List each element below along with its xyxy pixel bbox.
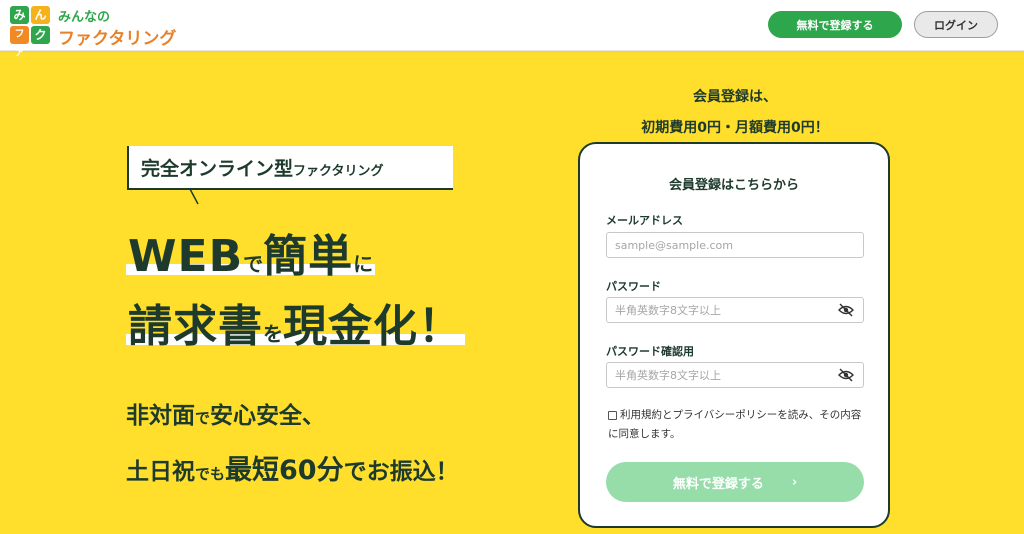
headline-word: 簡単: [263, 231, 354, 282]
headline-particle: を: [263, 322, 283, 346]
hero-subcopy-2: 土日祝でも最短60分でお振込！: [126, 448, 459, 487]
hero-headline-1: WEBで簡単に: [126, 220, 376, 284]
password-label: パスワード: [606, 280, 661, 293]
terms-consent-text: 利用規約とプライバシーポリシーを読み、その内容に同意します。: [608, 409, 862, 440]
subcopy-particle: でも: [195, 465, 226, 483]
logo-big-text: ファクタリング: [58, 29, 177, 49]
logo-tile: ん: [31, 6, 50, 24]
headline-word: 請求書: [128, 301, 263, 352]
headline-word: WEB: [128, 231, 244, 282]
logo-tile: み: [10, 6, 29, 24]
subcopy-word: 最短60分: [225, 455, 344, 486]
logo-mark: み ん ファ ク: [10, 6, 52, 58]
hero-subcopy-1: 非対面で安心安全、: [126, 396, 325, 430]
eye-off-icon[interactable]: [838, 303, 854, 317]
badge-main-text: 完全オンライン型: [141, 158, 294, 180]
password-confirm-field[interactable]: [606, 362, 864, 388]
site-header: み ん ファ ク みんなの ファクタリング 無料で登録する ログイン: [0, 0, 1024, 58]
subcopy-word: 土日祝: [126, 459, 195, 485]
badge-sub-text: ファクタリング: [293, 164, 384, 179]
email-field[interactable]: [606, 232, 864, 258]
form-title: 会員登録はこちらから: [668, 178, 799, 193]
submit-label: 無料で登録する: [672, 476, 764, 492]
header-register-button[interactable]: 無料で登録する: [768, 11, 902, 38]
hero-badge-text: 完全オンライン型ファクタリング: [141, 154, 384, 181]
registration-card: 会員登録はこちらから メールアドレス パスワード パスワード確認用 利用規約とプ…: [578, 142, 890, 528]
promo-line-1: 会員登録は、: [693, 89, 777, 105]
logo[interactable]: み ん ファ ク みんなの ファクタリング: [10, 6, 210, 58]
logo-small-text: みんなの: [58, 10, 111, 25]
subcopy-particle: で: [195, 409, 211, 427]
password-field[interactable]: [606, 297, 864, 323]
subcopy-word: でお振込！: [343, 459, 459, 485]
email-label: メールアドレス: [606, 214, 683, 227]
headline-word: 現金化！: [283, 301, 463, 352]
logo-tile: ク: [31, 26, 50, 44]
logo-tile: ファ: [10, 26, 29, 58]
hero-headline-2: 請求書を現金化！: [126, 290, 465, 354]
submit-register-button[interactable]: 無料で登録する ›: [606, 462, 864, 502]
badge-tail-icon: [189, 189, 199, 205]
chevron-right-icon: ›: [791, 474, 798, 490]
password-confirm-label: パスワード確認用: [606, 345, 694, 358]
header-login-button[interactable]: ログイン: [914, 11, 998, 38]
headline-particle: に: [353, 252, 374, 276]
subcopy-word: 非対面: [126, 403, 195, 429]
headline-particle: で: [243, 252, 264, 276]
hero-badge: 完全オンライン型ファクタリング: [127, 146, 453, 190]
terms-consent: 利用規約とプライバシーポリシーを読み、その内容に同意します。: [608, 406, 870, 444]
eye-off-icon[interactable]: [838, 368, 854, 382]
terms-checkbox[interactable]: [608, 410, 617, 420]
promo-line-2: 初期費用0円・月額費用0円！: [641, 120, 829, 136]
subcopy-word: 安心安全、: [210, 403, 326, 429]
